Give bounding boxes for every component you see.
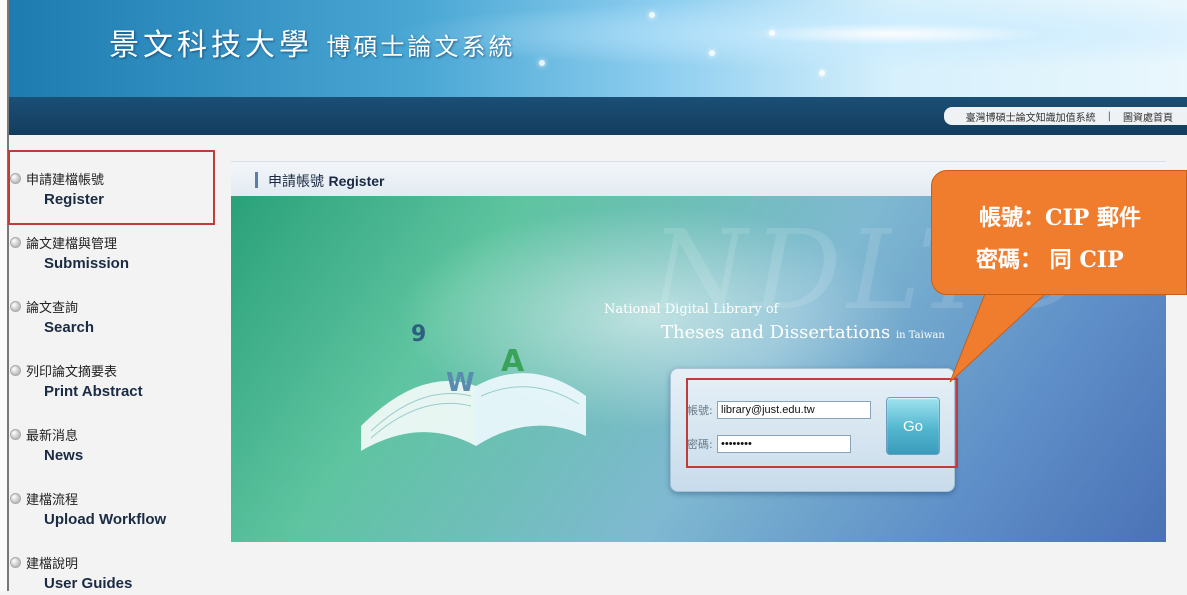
annotation-callout: 帳號：CIP 郵件 密碼： 同 CIP [931,170,1187,295]
callout-account-note: 帳號：CIP 郵件 [979,205,1142,231]
svg-text:9: 9 [411,322,426,347]
svg-text:A: A [501,344,525,379]
top-nav-links: 臺灣博碩士論文知識加值系統 | 圖資處首頁 [943,107,1187,125]
sparkle-decoration [819,70,825,76]
site-header: 景文科技大學 博碩士論文系統 [9,0,1187,97]
sidebar-item-news[interactable]: 最新消息 News [10,423,83,467]
bullet-icon [10,236,21,248]
sidebar-item-label: 論文查詢 [26,300,79,316]
highlight-box-login [686,378,958,468]
sidebar-item-label-en: News [44,447,84,464]
university-name: 景文科技大學 [109,28,313,63]
sidebar-item-label: 列印論文摘要表 [26,364,118,380]
sparkle-decoration [709,50,715,56]
sidebar-item-label: 建檔流程 [26,492,79,508]
page-title: 申請帳號 Register [268,171,384,191]
site-title: 景文科技大學 博碩士論文系統 [109,20,516,64]
page-title-en: Register [328,173,385,189]
sidebar-item-label-en: Submission [44,255,130,272]
sidebar-item-label: 最新消息 [26,428,79,444]
ndltd-title-line2: Theses and Dissertations in Taiwan [661,322,945,343]
bullet-icon [10,364,21,376]
sidebar-item-label-en: User Guides [44,575,133,592]
sidebar-item-print-abstract[interactable]: 列印論文摘要表 Print Abstract [10,359,143,403]
bullet-icon [10,428,21,440]
sidebar-item-label-en: Search [44,319,95,336]
ndltd-title-main: Theses and Dissertations [661,322,891,343]
page-title-cn: 申請帳號 [268,174,324,190]
sparkle-decoration [649,12,655,18]
sidebar-item-label: 論文建檔與管理 [26,236,118,252]
nav-link-library-home[interactable]: 圖資處首頁 [1115,109,1181,124]
ndltd-title-small: in Taiwan [895,330,945,341]
sidebar-item-label-en: Print Abstract [44,383,143,400]
callout-password-note: 密碼： 同 CIP [976,247,1124,273]
sidebar-item-label-en: Upload Workflow [44,511,167,528]
bullet-icon [10,300,21,312]
sidebar-item-user-guides[interactable]: 建檔說明 User Guides [10,551,132,595]
ndltd-title-line1: National Digital Library of [604,302,779,317]
sidebar-item-upload-workflow[interactable]: 建檔流程 Upload Workflow [10,487,166,531]
system-name: 博碩士論文系統 [326,33,516,61]
svg-text:W: W [446,368,475,398]
window-left-edge [0,0,9,591]
open-book-illustration: 9 A W [361,322,586,451]
sparkle-decoration [769,30,775,36]
nav-separator: | [1107,110,1111,122]
heading-bar-decoration [255,172,258,188]
bullet-icon [10,556,21,568]
sparkle-decoration [539,60,545,66]
sidebar-item-search[interactable]: 論文查詢 Search [10,295,94,339]
sidebar-item-label: 建檔說明 [26,556,79,572]
sidebar-item-submission[interactable]: 論文建檔與管理 Submission [10,231,129,275]
highlight-box-register [8,150,215,225]
top-nav-bar: 臺灣博碩士論文知識加值系統 | 圖資處首頁 [9,97,1187,135]
bullet-icon [10,492,21,504]
nav-link-ndltd[interactable]: 臺灣博碩士論文知識加值系統 [958,109,1104,124]
